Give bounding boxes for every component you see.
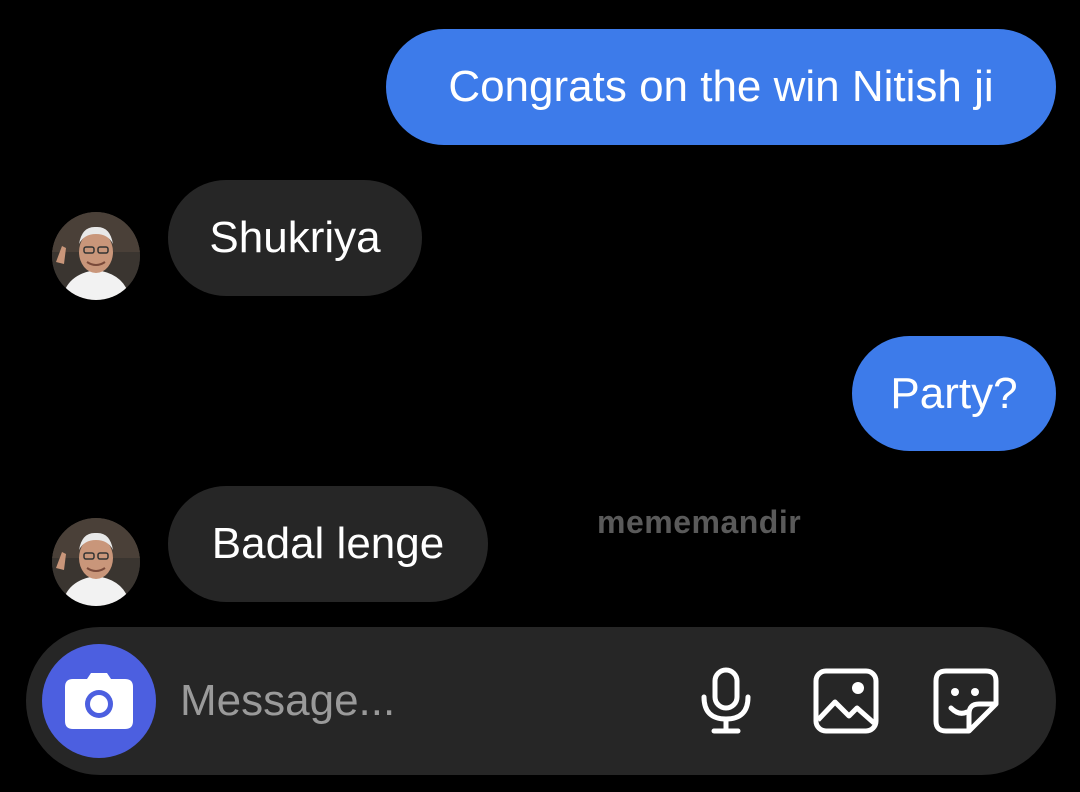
outgoing-message-bubble[interactable]: Congrats on the win Nitish ji (386, 29, 1056, 145)
microphone-icon (701, 667, 751, 734)
camera-button[interactable] (42, 644, 156, 758)
contact-avatar[interactable] (52, 212, 140, 300)
image-gallery-icon (813, 668, 879, 734)
message-input[interactable] (180, 671, 640, 731)
outgoing-message-bubble[interactable]: Party? (852, 336, 1056, 451)
sticker-button[interactable] (930, 665, 1002, 737)
incoming-message-bubble[interactable]: Shukriya (168, 180, 422, 296)
message-composer (26, 627, 1056, 775)
microphone-button[interactable] (690, 665, 762, 737)
contact-avatar[interactable] (52, 518, 140, 606)
camera-icon (65, 673, 133, 729)
avatar-photo (52, 518, 140, 606)
message-text: Party? (890, 368, 1018, 418)
sticker-icon (933, 668, 999, 734)
incoming-message-bubble[interactable]: Badal lenge (168, 486, 488, 602)
message-text: Badal lenge (211, 519, 445, 568)
avatar-photo (52, 212, 140, 300)
watermark: mememandir (597, 504, 802, 540)
gallery-button[interactable] (810, 665, 882, 737)
message-text: Shukriya (209, 213, 381, 262)
message-text: Congrats on the win Nitish ji (448, 62, 994, 111)
